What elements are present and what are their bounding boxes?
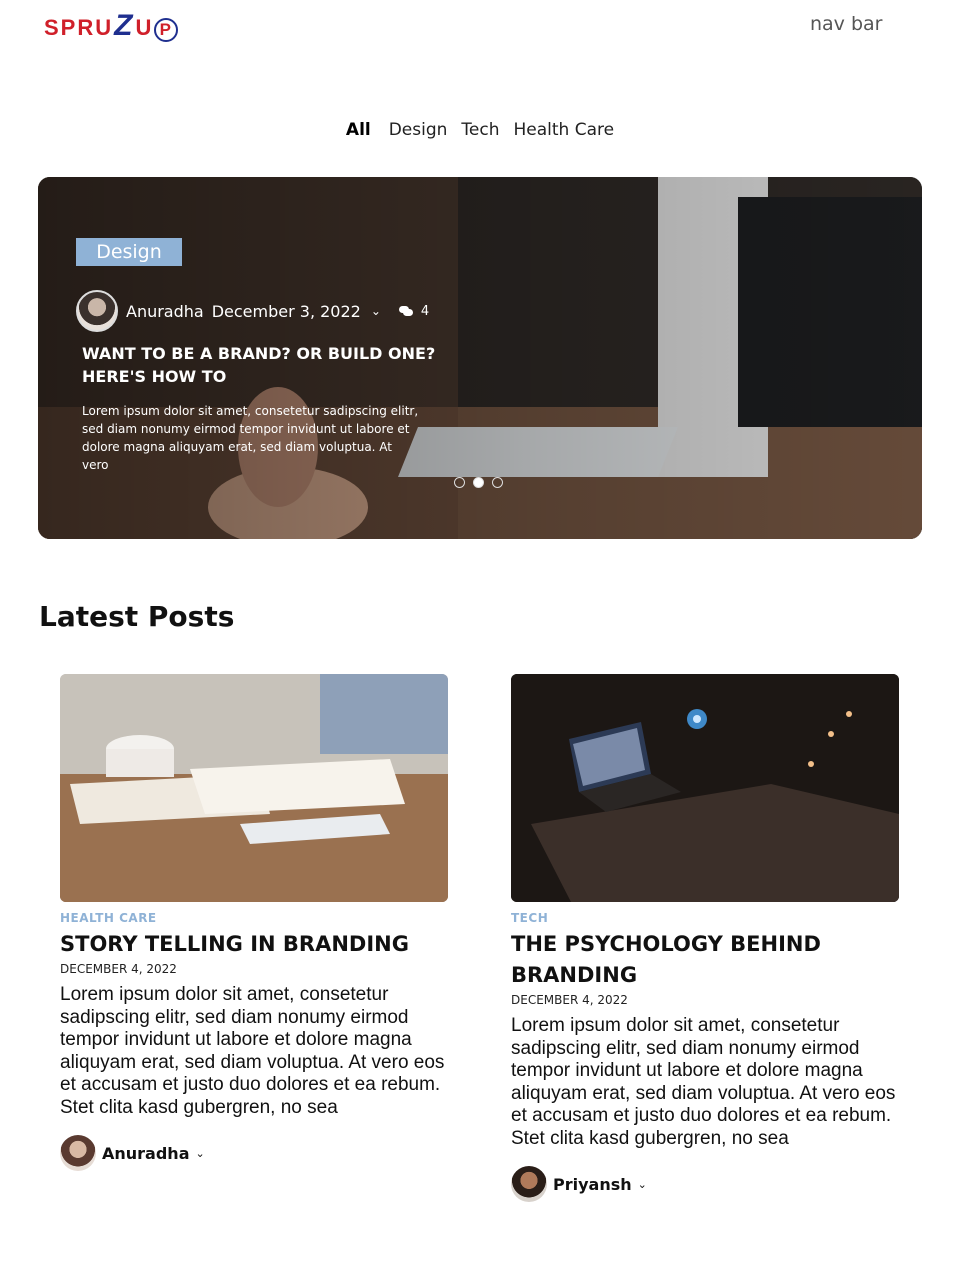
- post-card[interactable]: TECH THE PSYCHOLOGY BEHIND BRANDING DECE…: [511, 674, 899, 1202]
- hero-meta: Anuradha December 3, 2022 ⌄ 4: [76, 290, 429, 332]
- post-date: DECEMBER 4, 2022: [60, 962, 177, 976]
- hero-excerpt: Lorem ipsum dolor sit amet, consetetur s…: [82, 404, 419, 472]
- post-category[interactable]: HEALTH CARE: [60, 911, 448, 925]
- latest-posts-heading: Latest Posts: [39, 600, 235, 633]
- chevron-down-icon[interactable]: ⌄: [638, 1178, 647, 1191]
- post-image[interactable]: [511, 674, 899, 902]
- post-author[interactable]: Priyansh ⌄: [511, 1166, 899, 1202]
- post-excerpt: Lorem ipsum dolor sit amet, consetetur s…: [60, 984, 445, 1118]
- tab-design[interactable]: Design: [389, 120, 448, 140]
- tab-health-care[interactable]: Health Care: [514, 120, 615, 140]
- post-title[interactable]: STORY TELLING IN BRANDING: [60, 929, 448, 960]
- hero-title[interactable]: WANT TO BE A BRAND? OR BUILD ONE? HERE'S…: [82, 342, 442, 388]
- comment-icon: [398, 306, 413, 316]
- post-author[interactable]: Anuradha ⌄: [60, 1135, 448, 1171]
- tab-all[interactable]: All: [346, 120, 371, 140]
- carousel-dot-2[interactable]: [473, 477, 484, 488]
- post-excerpt: Lorem ipsum dolor sit amet, consetetur s…: [511, 1015, 896, 1149]
- post-date: DECEMBER 4, 2022: [511, 993, 628, 1007]
- post-author-name[interactable]: Priyansh: [553, 1175, 632, 1194]
- avatar: [60, 1135, 96, 1171]
- chevron-down-icon[interactable]: ⌄: [371, 304, 381, 318]
- hero-comment-count: 4: [420, 303, 430, 319]
- chevron-down-icon[interactable]: ⌄: [196, 1147, 205, 1160]
- tab-tech[interactable]: Tech: [461, 120, 499, 140]
- hero-carousel[interactable]: Design Anuradha December 3, 2022 ⌄ 4 WAN…: [38, 177, 922, 539]
- author-avatar[interactable]: [76, 290, 118, 332]
- post-title[interactable]: THE PSYCHOLOGY BEHIND BRANDING: [511, 929, 899, 991]
- carousel-dot-3[interactable]: [492, 477, 503, 488]
- hero-category-badge[interactable]: Design: [76, 238, 182, 266]
- hero-date: December 3, 2022: [211, 301, 361, 321]
- post-author-name[interactable]: Anuradha: [102, 1144, 190, 1163]
- avatar: [511, 1166, 547, 1202]
- logo-wordmark: SPRUZU P: [44, 9, 179, 43]
- carousel-dots: [454, 477, 503, 488]
- post-card[interactable]: HEALTH CARE STORY TELLING IN BRANDING DE…: [60, 674, 448, 1171]
- post-image-illustration: [511, 674, 899, 902]
- hero-author[interactable]: Anuradha: [126, 302, 204, 321]
- post-image-illustration: [60, 674, 448, 902]
- post-category[interactable]: TECH: [511, 911, 899, 925]
- carousel-dot-1[interactable]: [454, 477, 465, 488]
- post-image[interactable]: [60, 674, 448, 902]
- logo[interactable]: SPRUZU P: [44, 8, 179, 44]
- nav-bar[interactable]: nav bar: [810, 13, 882, 35]
- category-tabs: All Design Tech Health Care: [0, 120, 960, 140]
